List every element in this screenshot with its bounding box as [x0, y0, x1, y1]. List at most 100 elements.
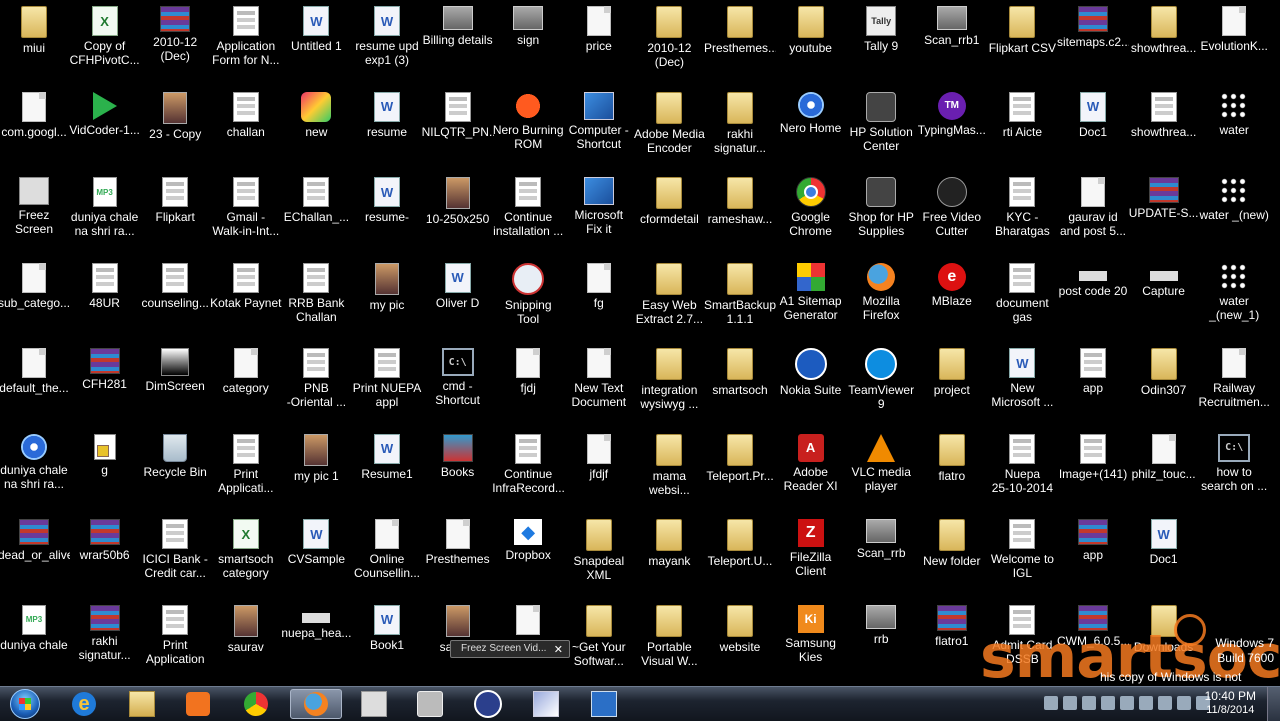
desktop-icon[interactable]: water — [1198, 86, 1270, 170]
desktop-icon[interactable]: Portable Visual W... — [633, 599, 705, 683]
desktop-icon[interactable]: showthrea... — [1128, 86, 1200, 170]
desktop-icon[interactable]: New folder — [916, 513, 988, 597]
desktop-icon[interactable]: document gas — [986, 257, 1058, 341]
desktop-icon[interactable]: Nero Burning ROM — [492, 86, 564, 170]
taskbar-internet-explorer[interactable]: e — [58, 689, 110, 719]
desktop-icon[interactable]: Print Application — [139, 599, 211, 683]
tray-sync-icon[interactable] — [1120, 696, 1134, 710]
desktop-icon[interactable]: CVSample — [280, 513, 352, 597]
desktop-icon[interactable]: Presthemes... — [704, 0, 776, 84]
desktop-icon[interactable]: rakhi signatur... — [69, 599, 141, 683]
desktop-icon[interactable]: sitemaps.c2... — [1057, 0, 1129, 84]
desktop-icon[interactable]: rameshaw... — [704, 171, 776, 255]
desktop-icon[interactable]: rakhi signatur... — [704, 86, 776, 170]
desktop-icon[interactable]: Scan_rrb1 — [916, 0, 988, 84]
desktop-icon[interactable]: flatro — [916, 428, 988, 512]
desktop-icon[interactable]: smartsoch — [704, 342, 776, 426]
desktop-icon[interactable]: wrar50b6 — [69, 513, 141, 597]
desktop-icon[interactable]: Nero Home — [775, 86, 847, 170]
desktop-icon[interactable]: Welcome to IGL — [986, 513, 1058, 597]
desktop-icon[interactable]: smartsoch category — [210, 513, 282, 597]
desktop-icon[interactable]: rti Aicte — [986, 86, 1058, 170]
desktop-icon[interactable]: Application Form for N... — [210, 0, 282, 84]
desktop-icon[interactable]: app — [1057, 342, 1129, 426]
desktop-icon[interactable]: Copy of CFHPivotC... — [69, 0, 141, 84]
taskbar-camera[interactable] — [404, 689, 456, 719]
desktop-icon[interactable]: 48UR — [69, 257, 141, 341]
desktop-icon[interactable]: Online Counsellin... — [351, 513, 423, 597]
desktop-icon[interactable]: Teleport.U... — [704, 513, 776, 597]
tray-battery-icon[interactable] — [1177, 696, 1191, 710]
desktop-icon[interactable]: Book1 — [351, 599, 423, 683]
desktop-icon[interactable]: Presthemes — [422, 513, 494, 597]
desktop-icon[interactable]: HP Solution Center — [845, 86, 917, 170]
desktop-icon[interactable]: nuepa_hea... — [280, 599, 352, 683]
desktop-icon[interactable]: ICICI Bank - Credit car... — [139, 513, 211, 597]
taskbar-bluetooth[interactable] — [462, 689, 514, 719]
desktop-icon[interactable]: Tally 9 — [845, 0, 917, 84]
desktop-icon[interactable]: sign — [492, 0, 564, 84]
desktop-icon[interactable]: showthrea... — [1128, 0, 1200, 84]
desktop-icon[interactable]: Continue installation ... — [492, 171, 564, 255]
tray-chrome-icon[interactable] — [1044, 696, 1058, 710]
desktop-icon[interactable]: Computer - Shortcut — [563, 86, 635, 170]
desktop-icon[interactable]: Easy Web Extract 2.7... — [633, 257, 705, 341]
show-desktop-button[interactable] — [1267, 687, 1280, 721]
desktop-icon[interactable]: Print Applicati... — [210, 428, 282, 512]
taskbar-blank-window[interactable] — [348, 689, 400, 719]
desktop-icon[interactable]: flatro1 — [916, 599, 988, 683]
desktop-icon[interactable]: TeamViewer 9 — [845, 342, 917, 426]
desktop-icon[interactable]: new — [280, 86, 352, 170]
desktop-icon[interactable]: 10-250x250 — [422, 171, 494, 255]
desktop-icon[interactable]: Billing details — [422, 0, 494, 84]
desktop-icon[interactable]: water _(new) — [1198, 171, 1270, 255]
desktop-icon[interactable]: saurav — [210, 599, 282, 683]
desktop-icon[interactable]: gaurav id and post 5... — [1057, 171, 1129, 255]
desktop-icon[interactable]: dead_or_alive — [0, 513, 70, 597]
taskbar-explorer[interactable] — [116, 689, 168, 719]
desktop-icon[interactable]: Odin307 — [1128, 342, 1200, 426]
desktop-icon[interactable]: Oliver D — [422, 257, 494, 341]
desktop-icon[interactable]: CFH281 — [69, 342, 141, 426]
desktop-icon[interactable]: website — [704, 599, 776, 683]
desktop-icon[interactable]: app — [1057, 513, 1129, 597]
desktop-icon[interactable]: Recycle Bin — [139, 428, 211, 512]
desktop-icon[interactable]: sub_catego... — [0, 257, 70, 341]
desktop-icon[interactable]: counseling... — [139, 257, 211, 341]
tray-signal-icon[interactable] — [1158, 696, 1172, 710]
desktop-icon[interactable]: jfdjf — [563, 428, 635, 512]
desktop-icon[interactable]: resume- — [351, 171, 423, 255]
taskbar-chrome[interactable] — [230, 689, 282, 719]
desktop-icon[interactable]: Nuepa 25-10-2014 — [986, 428, 1058, 512]
desktop-icon[interactable]: Doc1 — [1128, 513, 1200, 597]
taskbar-pen[interactable] — [520, 689, 572, 719]
desktop-icon[interactable]: RRB Bank Challan — [280, 257, 352, 341]
desktop-icon[interactable]: resume — [351, 86, 423, 170]
desktop-icon[interactable]: New Text Document — [563, 342, 635, 426]
desktop-icon[interactable]: 2010-12 (Dec) — [633, 0, 705, 84]
close-icon[interactable]: ✕ — [554, 641, 563, 659]
desktop-icon[interactable]: Microsoft Fix it — [563, 171, 635, 255]
desktop-icon[interactable]: duniya chale na shri ra... — [0, 428, 70, 512]
desktop-icon[interactable]: UPDATE-S... — [1128, 171, 1200, 255]
desktop-icon[interactable]: Flipkart — [139, 171, 211, 255]
desktop-icon[interactable]: Adobe Media Encoder CS... — [633, 86, 705, 170]
desktop-icon[interactable]: Kotak Paynet — [210, 257, 282, 341]
desktop-icon[interactable]: duniya chale na shri ra... — [69, 171, 141, 255]
desktop-icon[interactable]: duniya chale — [0, 599, 70, 683]
desktop-icon[interactable]: Adobe Reader XI — [775, 428, 847, 512]
desktop-icon[interactable]: KYC - Bharatgas — [986, 171, 1058, 255]
desktop-icon[interactable]: default_the... — [0, 342, 70, 426]
desktop-icon[interactable]: Dropbox — [492, 513, 564, 597]
desktop-icon[interactable]: mayank — [633, 513, 705, 597]
desktop-icon[interactable]: Flipkart CSV — [986, 0, 1058, 84]
desktop-icon[interactable]: Railway Recruitmen... — [1198, 342, 1270, 426]
desktop-icon[interactable]: water _(new_1) — [1198, 257, 1270, 341]
taskbar-firefox[interactable] — [290, 689, 342, 719]
desktop-icon[interactable]: com.googl... — [0, 86, 70, 170]
start-button[interactable] — [4, 689, 46, 719]
desktop-icon[interactable]: resume upd exp1 (3) — [351, 0, 423, 84]
desktop-icon[interactable]: Teleport.Pr... — [704, 428, 776, 512]
desktop-icon[interactable]: Freez Screen Video Cap... — [0, 171, 70, 255]
taskbar-monitor[interactable] — [578, 689, 630, 719]
